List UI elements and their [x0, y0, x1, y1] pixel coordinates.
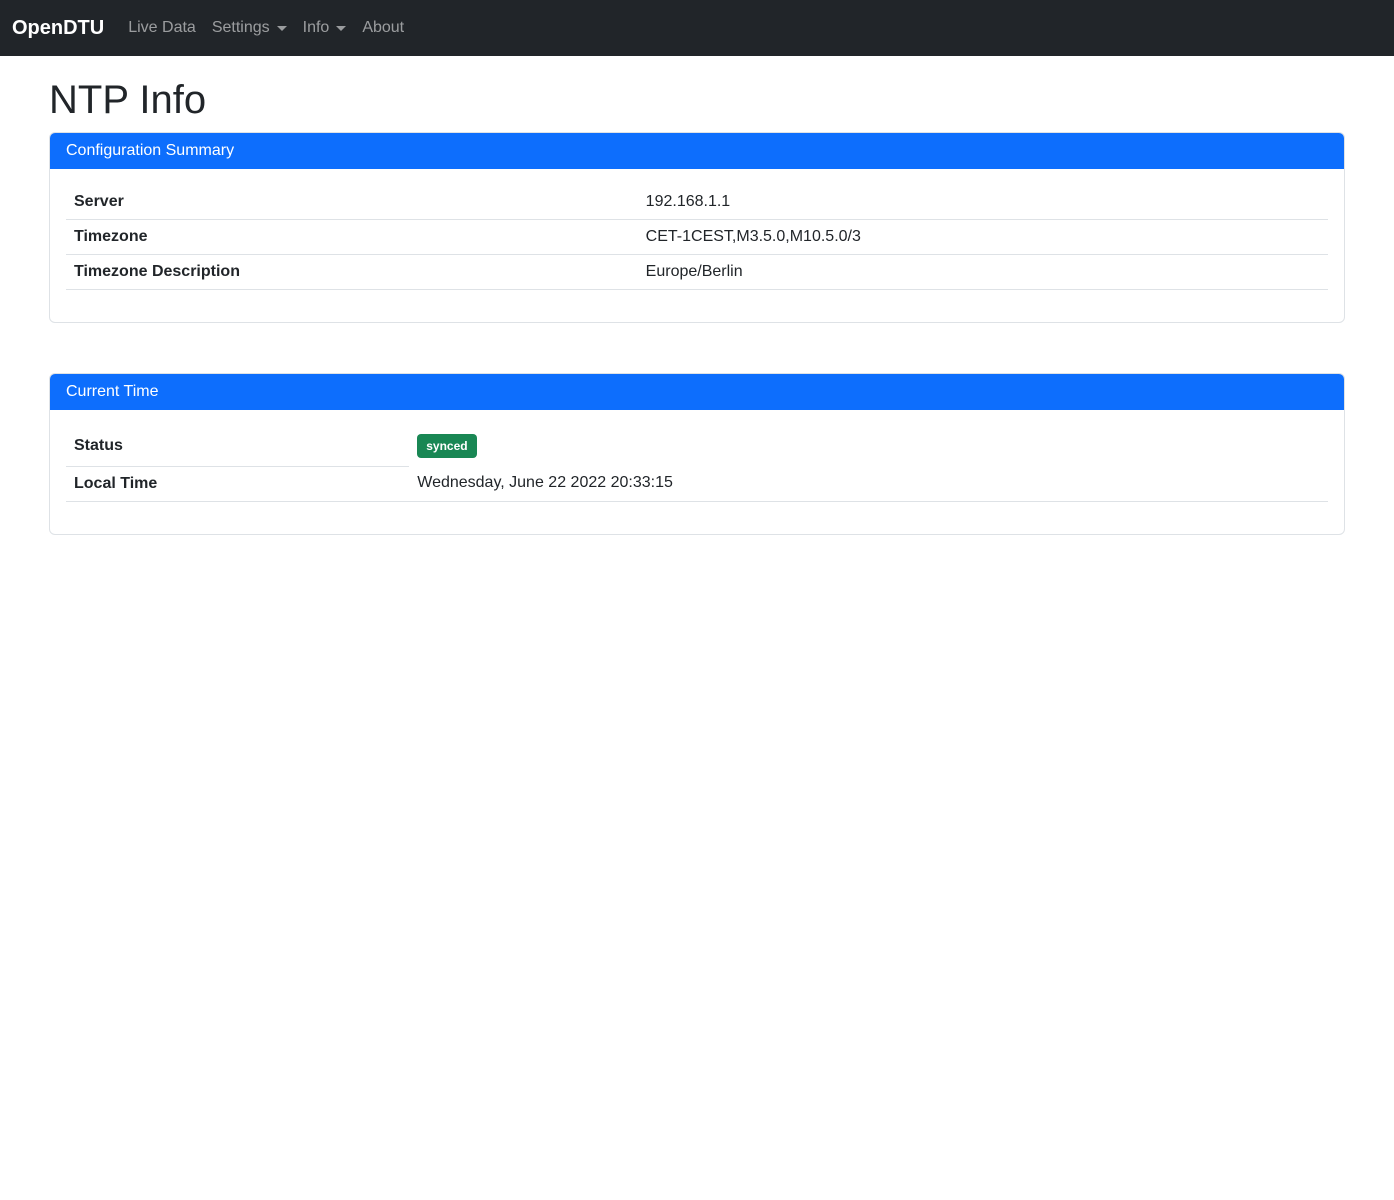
nav-item-about[interactable]: About — [354, 11, 412, 45]
chevron-down-icon — [277, 26, 287, 31]
current-time-table: Status synced Local Time Wednesday, June… — [66, 426, 1328, 502]
page-title: NTP Info — [49, 76, 1345, 124]
table-row: Server 192.168.1.1 — [66, 185, 1328, 220]
configuration-table: Server 192.168.1.1 Timezone CET-1CEST,M3… — [66, 185, 1328, 290]
current-time-card: Current Time Status synced Local Time We… — [49, 373, 1345, 535]
nav-item-label: About — [362, 19, 404, 37]
row-label: Timezone — [66, 220, 638, 255]
brand-link[interactable]: OpenDTU — [12, 17, 104, 40]
configuration-summary-card: Configuration Summary Server 192.168.1.1… — [49, 132, 1345, 323]
table-row: Timezone CET-1CEST,M3.5.0,M10.5.0/3 — [66, 220, 1328, 255]
nav-item-label: Info — [303, 19, 330, 37]
row-value: 192.168.1.1 — [638, 185, 1328, 220]
nav-item-label: Settings — [212, 19, 270, 37]
nav-item-info-dropdown[interactable]: Info — [295, 11, 355, 45]
row-value: CET-1CEST,M3.5.0,M10.5.0/3 — [638, 220, 1328, 255]
nav-menu: Live Data Settings Info About — [120, 11, 412, 45]
card-header: Current Time — [50, 374, 1344, 410]
row-label: Server — [66, 185, 638, 220]
nav-item-label: Live Data — [128, 19, 196, 37]
nav-item-live-data[interactable]: Live Data — [120, 11, 204, 45]
table-row: Timezone Description Europe/Berlin — [66, 255, 1328, 290]
table-row: Local Time Wednesday, June 22 2022 20:33… — [66, 466, 1328, 501]
nav-item-settings-dropdown[interactable]: Settings — [204, 11, 295, 45]
main-content: NTP Info Configuration Summary Server 19… — [37, 76, 1357, 535]
row-value: Europe/Berlin — [638, 255, 1328, 290]
row-label: Local Time — [66, 466, 409, 501]
row-value: synced — [409, 426, 1328, 466]
row-label: Timezone Description — [66, 255, 638, 290]
ntp-info-page: OpenDTU Live Data Settings Info — [0, 0, 1394, 1200]
navbar: OpenDTU Live Data Settings Info — [0, 0, 1394, 56]
card-body: Server 192.168.1.1 Timezone CET-1CEST,M3… — [50, 169, 1344, 322]
status-badge: synced — [417, 434, 476, 458]
card-body: Status synced Local Time Wednesday, June… — [50, 410, 1344, 534]
chevron-down-icon — [336, 26, 346, 31]
row-value: Wednesday, June 22 2022 20:33:15 — [409, 466, 1328, 501]
table-row: Status synced — [66, 426, 1328, 466]
row-label: Status — [66, 426, 409, 466]
card-header: Configuration Summary — [50, 133, 1344, 169]
